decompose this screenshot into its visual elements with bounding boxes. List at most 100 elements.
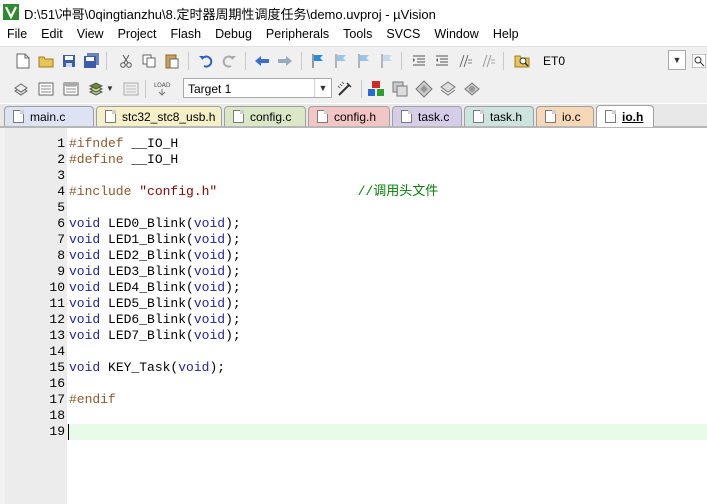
- code-token: #define: [69, 152, 132, 167]
- find-icon[interactable]: [690, 52, 707, 70]
- software-packs-icon[interactable]: [463, 80, 481, 98]
- code-token: void: [69, 296, 101, 311]
- target-select[interactable]: Target 1 ▼: [183, 78, 332, 98]
- code-token: __IO_H: [131, 152, 179, 167]
- cut-icon[interactable]: [117, 52, 135, 70]
- manage-project-items-icon[interactable]: [367, 80, 385, 98]
- code-line[interactable]: void LED6_Blink(void);: [69, 312, 241, 328]
- code-token: __IO_H: [131, 136, 179, 151]
- tab-stc32-stc8-usb-h[interactable]: stc32_stc8_usb.h: [96, 106, 222, 126]
- save-icon[interactable]: [60, 52, 78, 70]
- download-load-icon[interactable]: LOAD: [153, 80, 171, 98]
- tab-main-c[interactable]: main.c: [4, 106, 94, 126]
- code-token: LED7_Blink(: [100, 328, 194, 343]
- tab-config-c[interactable]: config.c: [224, 106, 306, 126]
- manage-run-time-environment-icon[interactable]: [415, 80, 433, 98]
- comment-selection-icon[interactable]: [456, 52, 474, 70]
- uvision-app-icon: [3, 4, 19, 20]
- code-token: );: [225, 248, 241, 263]
- tab-io-c[interactable]: io.c: [536, 106, 594, 126]
- h-file-icon: [317, 110, 328, 123]
- stop-build-icon[interactable]: [122, 80, 140, 98]
- code-line[interactable]: void LED2_Blink(void);: [69, 248, 241, 264]
- code-token: void: [193, 296, 226, 311]
- code-line[interactable]: void LED7_Blink(void);: [69, 328, 241, 344]
- menu-peripherals[interactable]: Peripherals: [259, 24, 336, 44]
- undo-icon[interactable]: [197, 52, 215, 70]
- code-token: #ifndef: [69, 136, 132, 151]
- menu-file[interactable]: File: [0, 24, 34, 44]
- open-folder-icon[interactable]: [37, 52, 55, 70]
- window-title: D:\51\冲哥\0qingtianzhu\8.定时器周期性调度任务\demo.…: [24, 7, 436, 22]
- code-line[interactable]: #endif: [69, 392, 116, 408]
- code-line[interactable]: void LED1_Blink(void);: [69, 232, 241, 248]
- code-token: LED5_Blink(: [100, 296, 194, 311]
- batch-build-icon[interactable]: [87, 80, 105, 98]
- target-options-icon[interactable]: [336, 80, 354, 98]
- menu-edit[interactable]: Edit: [34, 24, 70, 44]
- editor-tab-strip: main.c stc32_stc8_usb.h config.c config.…: [0, 104, 707, 128]
- previous-bookmark-icon[interactable]: [332, 52, 350, 70]
- code-token: );: [225, 280, 241, 295]
- code-line[interactable]: #define __IO_H: [69, 152, 178, 168]
- menu-window[interactable]: Window: [427, 24, 485, 44]
- svg-text:LOAD: LOAD: [154, 82, 171, 89]
- pack-installer-icon[interactable]: [439, 80, 457, 98]
- tab-io-h[interactable]: io.h: [596, 105, 654, 127]
- c-file-icon: [545, 110, 556, 123]
- code-editor[interactable]: 1 #ifndef __IO_H 2 #define __IO_H 3 4 #include…: [0, 128, 707, 504]
- copy-icon[interactable]: [140, 52, 158, 70]
- line-number: 4: [57, 184, 65, 199]
- menu-svcs[interactable]: SVCS: [379, 24, 427, 44]
- insert-bookmark-icon[interactable]: [309, 52, 327, 70]
- code-line[interactable]: #include "config.h" //调用头文件: [69, 184, 438, 200]
- clear-bookmarks-icon[interactable]: [378, 52, 396, 70]
- tab-task-c[interactable]: task.c: [392, 106, 462, 126]
- code-line[interactable]: #ifndef __IO_H: [69, 136, 178, 152]
- uncomment-selection-icon[interactable]: [479, 52, 497, 70]
- line-number: 11: [49, 296, 65, 311]
- select-packs-icon[interactable]: [391, 80, 409, 98]
- code-line[interactable]: void LED3_Blink(void);: [69, 264, 241, 280]
- menu-project[interactable]: Project: [111, 24, 164, 44]
- c-file-icon: [13, 110, 24, 123]
- menu-tools[interactable]: Tools: [336, 24, 379, 44]
- find-in-files-icon[interactable]: [513, 52, 531, 70]
- save-all-icon[interactable]: [83, 52, 101, 70]
- next-bookmark-icon[interactable]: [355, 52, 373, 70]
- code-line[interactable]: void KEY_Task(void);: [69, 360, 225, 376]
- menu-flash[interactable]: Flash: [163, 24, 208, 44]
- menu-view[interactable]: View: [70, 24, 111, 44]
- rebuild-icon[interactable]: [62, 80, 80, 98]
- code-token: );: [225, 312, 241, 327]
- line-number: 6: [57, 216, 65, 231]
- line-number: 15: [49, 360, 65, 375]
- translate-icon[interactable]: [12, 80, 30, 98]
- navigate-forward-icon[interactable]: [276, 52, 294, 70]
- tab-config-h[interactable]: config.h: [308, 106, 390, 126]
- redo-icon[interactable]: [220, 52, 238, 70]
- code-token: LED6_Blink(: [100, 312, 194, 327]
- h-file-icon: [605, 110, 616, 123]
- menu-bar: File Edit View Project Flash Debug Perip…: [0, 24, 707, 44]
- code-token: void: [69, 232, 101, 247]
- code-line[interactable]: void LED0_Blink(void);: [69, 216, 241, 232]
- menu-help[interactable]: Help: [486, 24, 526, 44]
- line-number: 10: [49, 280, 65, 295]
- batch-build-dropdown-icon[interactable]: ▼: [106, 84, 114, 93]
- new-file-icon[interactable]: [14, 52, 32, 70]
- build-icon[interactable]: [37, 80, 55, 98]
- code-token: void: [69, 360, 101, 375]
- code-line[interactable]: void LED5_Blink(void);: [69, 296, 241, 312]
- indent-icon[interactable]: [410, 52, 428, 70]
- find-dropdown-button[interactable]: ▼: [668, 50, 686, 70]
- code-line[interactable]: void LED4_Blink(void);: [69, 280, 241, 296]
- line-number: 18: [49, 408, 65, 423]
- paste-icon[interactable]: [163, 52, 181, 70]
- navigate-back-icon[interactable]: [253, 52, 271, 70]
- title-bar: D:\51\冲哥\0qingtianzhu\8.定时器周期性调度任务\demo.…: [0, 0, 707, 24]
- menu-debug[interactable]: Debug: [208, 24, 259, 44]
- code-token: );: [225, 216, 241, 231]
- tab-task-h[interactable]: task.h: [464, 106, 534, 126]
- unindent-icon[interactable]: [433, 52, 451, 70]
